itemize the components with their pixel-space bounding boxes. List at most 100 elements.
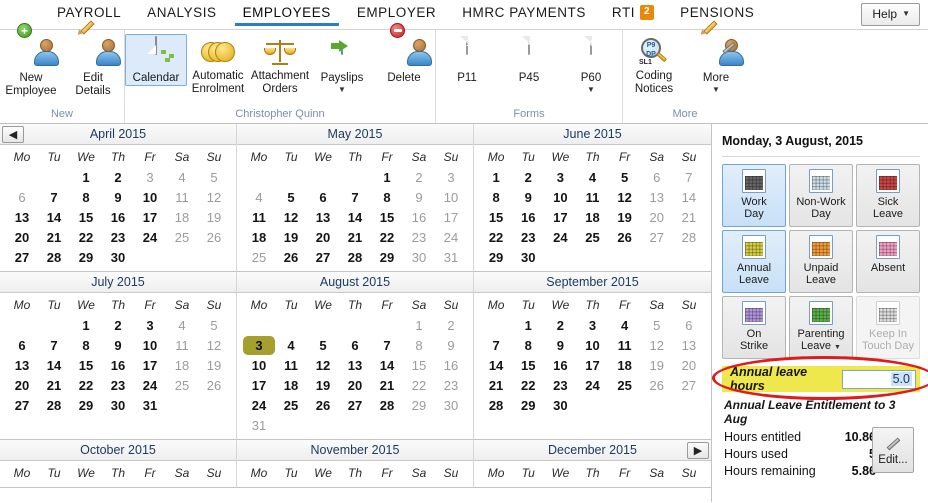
day-cell[interactable]: 18 <box>275 376 307 395</box>
day-cell[interactable]: 19 <box>641 356 673 375</box>
nav-item-hmrc-payments[interactable]: HMRC PAYMENTS <box>449 0 599 26</box>
day-cell[interactable]: 12 <box>641 336 673 355</box>
day-cell[interactable]: 22 <box>371 228 403 247</box>
day-cell[interactable]: 2 <box>544 316 576 335</box>
day-cell[interactable]: 5 <box>307 336 339 355</box>
day-cell[interactable]: 21 <box>673 208 705 227</box>
day-type-tile-non-work-day[interactable]: Non-Work Day <box>789 164 853 227</box>
day-cell[interactable]: 28 <box>339 248 371 267</box>
day-cell[interactable]: 17 <box>134 356 166 375</box>
day-type-tile-keep-in-touch-day[interactable]: Keep In Touch Day <box>856 296 920 359</box>
day-cell[interactable]: 12 <box>307 356 339 375</box>
day-cell[interactable]: 14 <box>371 356 403 375</box>
ribbon-button-delete[interactable]: Delete <box>373 23 435 86</box>
day-cell[interactable]: 22 <box>480 228 512 247</box>
day-cell[interactable]: 30 <box>544 396 576 415</box>
day-cell[interactable]: 19 <box>198 356 230 375</box>
day-cell[interactable]: 3 <box>544 168 576 187</box>
day-cell[interactable]: 5 <box>609 168 641 187</box>
chevron-down-icon[interactable]: ▼ <box>712 85 720 94</box>
next-month-button[interactable]: ▶ <box>687 442 709 459</box>
day-cell[interactable]: 13 <box>339 356 371 375</box>
day-cell[interactable]: 13 <box>307 208 339 227</box>
ribbon-button-attachment-orders[interactable]: Attachment Orders <box>249 34 311 96</box>
day-cell[interactable]: 6 <box>307 188 339 207</box>
day-type-tile-unpaid-leave[interactable]: Unpaid Leave <box>789 230 853 293</box>
day-cell[interactable]: 15 <box>371 208 403 227</box>
ribbon-button-edit-details[interactable]: Edit Details <box>62 20 124 98</box>
day-cell[interactable]: 24 <box>435 228 467 247</box>
day-cell[interactable]: 25 <box>609 376 641 395</box>
day-cell[interactable]: 22 <box>403 376 435 395</box>
day-cell[interactable]: 9 <box>102 336 134 355</box>
day-cell[interactable]: 21 <box>371 376 403 395</box>
day-cell[interactable]: 23 <box>403 228 435 247</box>
day-cell[interactable]: 8 <box>70 188 102 207</box>
day-cell[interactable]: 22 <box>70 376 102 395</box>
day-cell[interactable]: 14 <box>673 188 705 207</box>
day-cell[interactable]: 28 <box>673 228 705 247</box>
day-cell[interactable]: 15 <box>480 208 512 227</box>
day-cell[interactable]: 17 <box>576 356 608 375</box>
day-cell[interactable]: 3 <box>576 316 608 335</box>
day-cell[interactable]: 12 <box>609 188 641 207</box>
day-cell[interactable]: 10 <box>576 336 608 355</box>
day-cell[interactable]: 18 <box>166 208 198 227</box>
day-cell[interactable]: 30 <box>435 396 467 415</box>
day-cell[interactable]: 12 <box>275 208 307 227</box>
day-cell[interactable]: 23 <box>544 376 576 395</box>
day-cell[interactable]: 28 <box>38 248 70 267</box>
day-cell[interactable]: 19 <box>609 208 641 227</box>
day-cell[interactable]: 2 <box>102 168 134 187</box>
day-cell[interactable]: 23 <box>512 228 544 247</box>
day-cell[interactable]: 30 <box>512 248 544 267</box>
day-cell[interactable]: 23 <box>102 228 134 247</box>
day-cell[interactable]: 18 <box>243 228 275 247</box>
day-cell[interactable]: 13 <box>673 336 705 355</box>
day-cell[interactable]: 15 <box>512 356 544 375</box>
day-cell[interactable]: 7 <box>339 188 371 207</box>
day-cell[interactable]: 7 <box>371 336 403 355</box>
day-cell[interactable]: 24 <box>576 376 608 395</box>
day-cell[interactable]: 2 <box>512 168 544 187</box>
day-cell[interactable]: 16 <box>435 356 467 375</box>
day-cell[interactable]: 28 <box>38 396 70 415</box>
day-cell[interactable]: 6 <box>673 316 705 335</box>
day-type-tile-work-day[interactable]: Work Day <box>722 164 786 227</box>
ribbon-button-new-employee[interactable]: + New Employee <box>0 23 62 98</box>
day-cell[interactable]: 28 <box>371 396 403 415</box>
day-type-tile-absent[interactable]: Absent <box>856 230 920 293</box>
day-cell[interactable]: 10 <box>544 188 576 207</box>
day-cell[interactable]: 20 <box>6 228 38 247</box>
day-cell[interactable]: 6 <box>6 336 38 355</box>
day-cell[interactable]: 17 <box>134 208 166 227</box>
day-cell[interactable]: 13 <box>6 356 38 375</box>
day-cell[interactable]: 30 <box>102 248 134 267</box>
day-cell[interactable]: 10 <box>243 356 275 375</box>
day-cell[interactable]: 29 <box>480 248 512 267</box>
ribbon-button-p45[interactable]: P45 P45 <box>498 34 560 86</box>
day-cell[interactable]: 20 <box>6 376 38 395</box>
ribbon-button-automatic-enrolment[interactable]: Automatic Enrolment <box>187 34 249 96</box>
day-cell[interactable]: 10 <box>134 336 166 355</box>
day-cell[interactable]: 20 <box>339 376 371 395</box>
day-cell[interactable]: 13 <box>6 208 38 227</box>
day-cell[interactable]: 19 <box>275 228 307 247</box>
day-cell[interactable]: 4 <box>166 168 198 187</box>
day-cell[interactable]: 3 <box>134 168 166 187</box>
day-cell[interactable]: 19 <box>198 208 230 227</box>
day-cell[interactable]: 7 <box>480 336 512 355</box>
day-cell[interactable]: 17 <box>243 376 275 395</box>
day-cell[interactable]: 6 <box>6 188 38 207</box>
day-cell[interactable]: 31 <box>243 416 275 435</box>
day-cell[interactable]: 18 <box>166 356 198 375</box>
day-cell[interactable]: 27 <box>307 248 339 267</box>
day-cell[interactable]: 8 <box>512 336 544 355</box>
day-cell[interactable]: 14 <box>339 208 371 227</box>
day-cell[interactable]: 11 <box>166 188 198 207</box>
day-cell[interactable]: 10 <box>435 188 467 207</box>
day-cell[interactable]: 25 <box>166 228 198 247</box>
day-cell[interactable]: 24 <box>134 376 166 395</box>
day-cell[interactable]: 29 <box>403 396 435 415</box>
day-cell[interactable]: 9 <box>102 188 134 207</box>
